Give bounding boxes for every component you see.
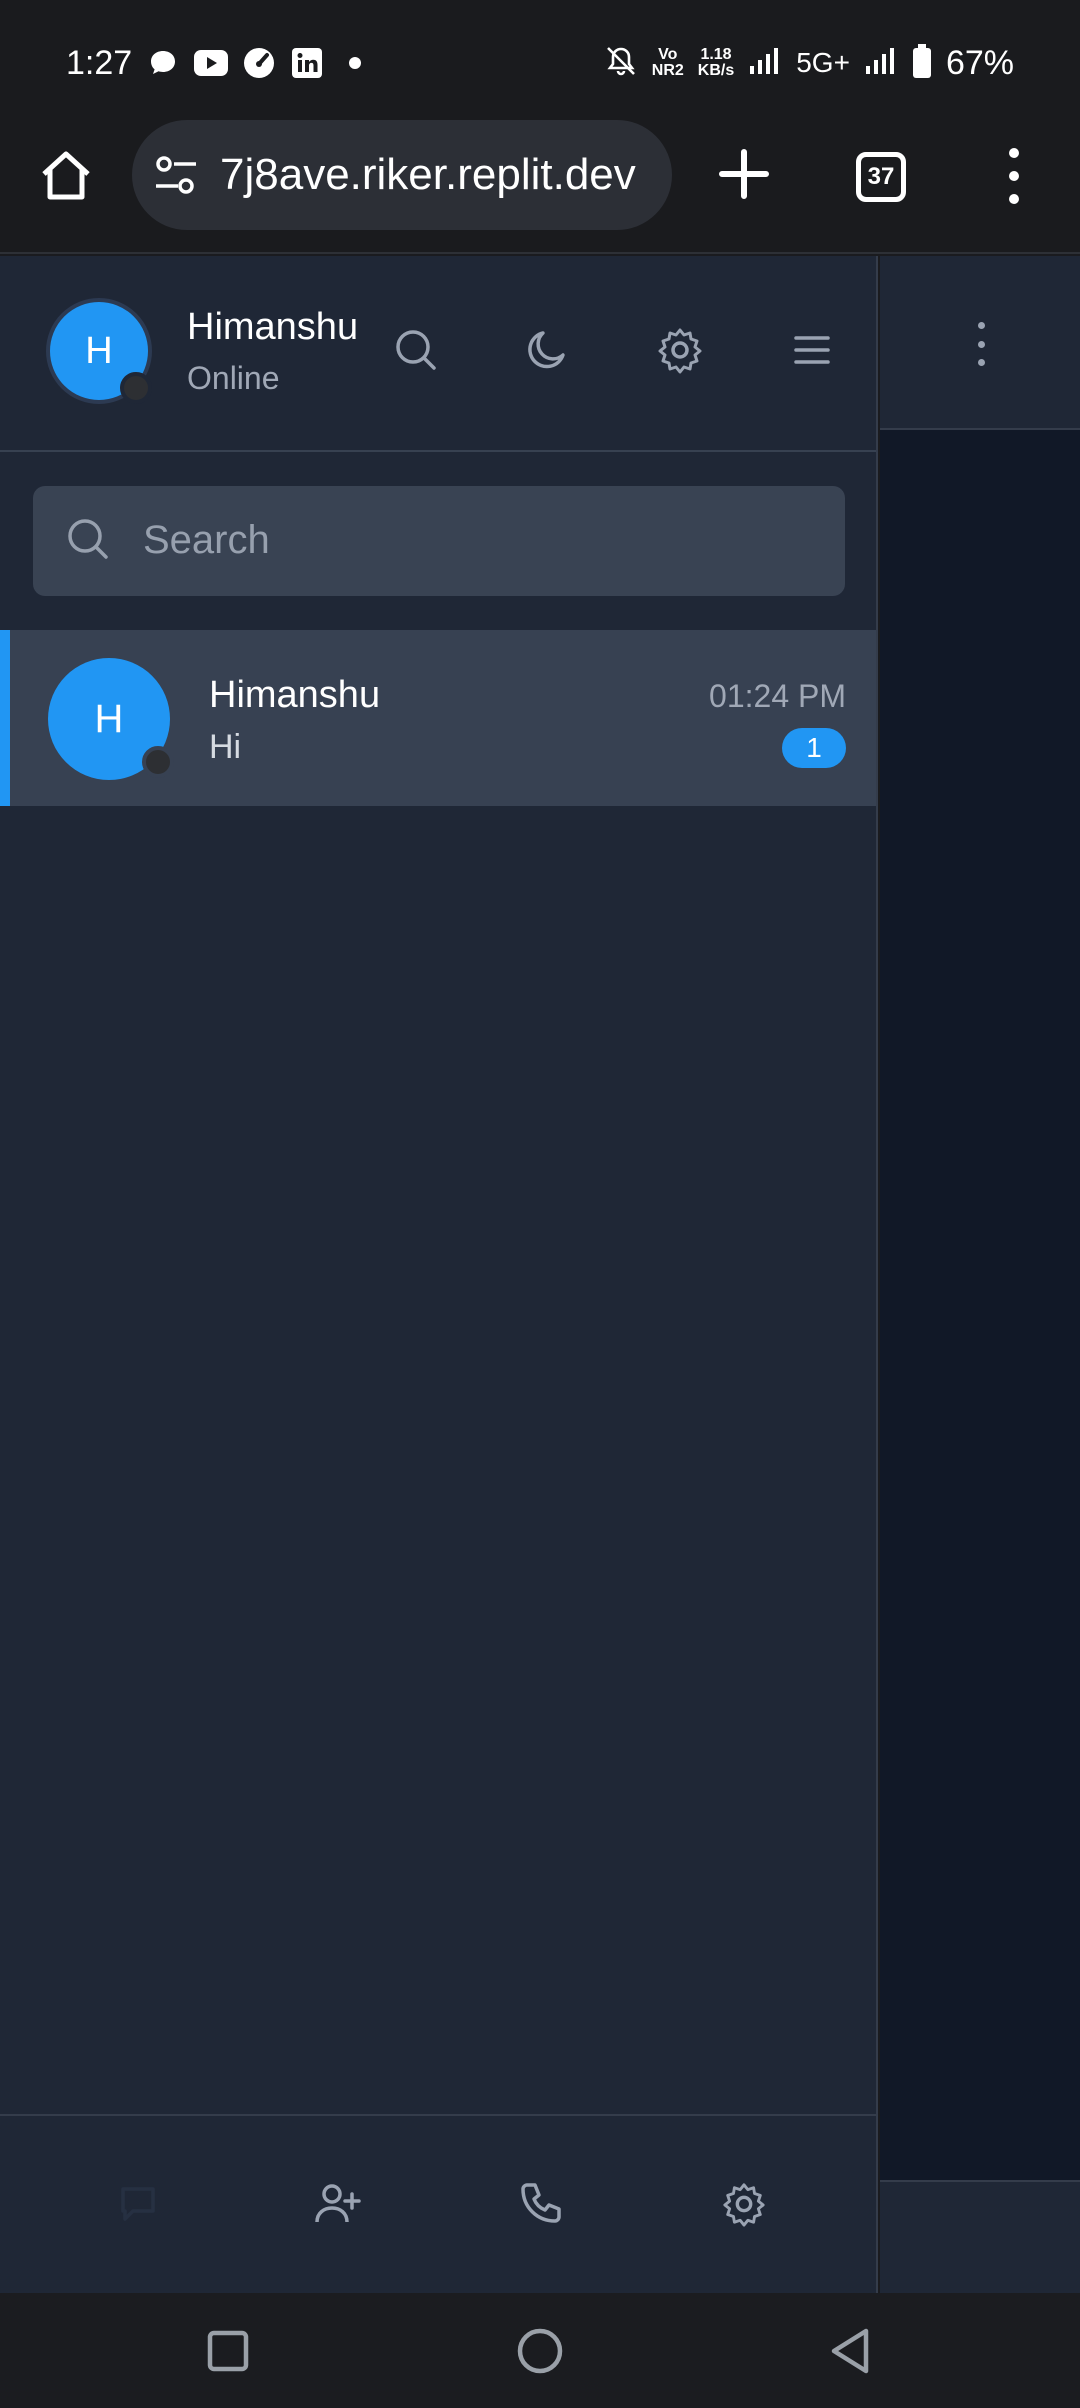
recent-apps-button[interactable] xyxy=(200,2323,256,2379)
unread-badge: 1 xyxy=(782,728,846,768)
presence-indicator xyxy=(142,746,174,778)
hamburger-icon xyxy=(794,336,830,364)
chat-sidebar: H Himanshu Online H Himanshu Hi 01:24 PM… xyxy=(0,256,878,2293)
menu-dot xyxy=(1009,148,1019,158)
system-status: Vo NR2 1.18 KB/s 5G+ 67% xyxy=(604,40,1014,86)
nav-add-contact[interactable] xyxy=(310,2176,366,2232)
site-settings-icon[interactable] xyxy=(154,154,198,198)
net-speed: 1.18 KB/s xyxy=(698,47,734,79)
system-nav-bar xyxy=(0,2293,1080,2408)
search-input[interactable] xyxy=(143,510,823,570)
signal-strength-icon xyxy=(748,46,782,81)
status-time: 1:27 xyxy=(66,44,133,82)
bottom-nav xyxy=(0,2114,876,2293)
conversation-menu-button[interactable] xyxy=(976,322,986,366)
sidebar-header: H Himanshu Online xyxy=(0,256,876,452)
search-box[interactable] xyxy=(33,486,845,596)
profile-status: Online xyxy=(187,360,280,396)
add-user-icon xyxy=(315,2184,361,2223)
volte-indicator: Vo NR2 xyxy=(652,47,684,79)
battery-percent: 67% xyxy=(945,43,1014,82)
profile-name: Himanshu xyxy=(187,306,359,348)
url-text[interactable]: 7j8ave.riker.replit.dev xyxy=(220,150,660,200)
settings-button[interactable] xyxy=(654,324,706,376)
menu-button[interactable] xyxy=(786,324,838,376)
presence-indicator xyxy=(120,372,152,404)
moon-icon xyxy=(528,331,565,369)
gear-icon xyxy=(658,328,702,374)
dot-icon xyxy=(338,46,372,80)
signal-strength-icon-2 xyxy=(864,46,898,81)
net-speed-unit: KB/s xyxy=(697,62,735,79)
chat-preview: Hi xyxy=(209,728,242,766)
search-icon xyxy=(396,330,436,370)
speedometer-icon xyxy=(242,46,276,80)
conversation-footer xyxy=(880,2180,1080,2293)
notification-icons xyxy=(146,46,372,80)
battery-icon xyxy=(912,43,932,83)
status-bar: 1:27 Vo NR2 1.18 KB/s 5G+ 67% xyxy=(0,0,1080,120)
menu-dot xyxy=(977,340,985,348)
plus-icon xyxy=(719,149,769,199)
new-tab-button[interactable] xyxy=(714,144,774,204)
nav-chats[interactable] xyxy=(110,2176,166,2232)
gear-icon xyxy=(723,2183,765,2227)
theme-toggle-button[interactable] xyxy=(522,324,574,376)
volte-top-text: Vo xyxy=(658,46,678,63)
menu-dot xyxy=(1009,194,1019,204)
volte-bottom-text: NR2 xyxy=(651,62,684,79)
menu-dot xyxy=(1009,171,1019,181)
tab-switcher-button[interactable]: 37 xyxy=(856,152,906,202)
nav-calls[interactable] xyxy=(512,2176,568,2232)
home-nav-button[interactable] xyxy=(512,2323,568,2379)
youtube-icon xyxy=(194,46,228,80)
mute-notification-icon xyxy=(604,44,638,83)
phone-icon xyxy=(521,2183,561,2223)
menu-dot xyxy=(977,359,985,366)
linkedin-icon xyxy=(290,46,324,80)
menu-dot xyxy=(977,322,985,329)
chat-bubble-icon xyxy=(121,2187,155,2221)
search-icon xyxy=(68,519,108,559)
threads-icon xyxy=(146,46,180,80)
browser-toolbar: 7j8ave.riker.replit.dev 37 xyxy=(0,120,1080,254)
search-button[interactable] xyxy=(390,324,442,376)
conversation-pane xyxy=(880,256,1080,2293)
home-button[interactable] xyxy=(36,146,96,206)
back-button[interactable] xyxy=(822,2323,878,2379)
address-bar[interactable]: 7j8ave.riker.replit.dev xyxy=(132,120,672,230)
conversation-header xyxy=(880,256,1080,430)
chat-name: Himanshu xyxy=(209,674,381,716)
home-icon xyxy=(42,151,90,200)
net-speed-value: 1.18 xyxy=(700,46,732,63)
nav-settings[interactable] xyxy=(716,2176,772,2232)
network-type: 5G+ xyxy=(796,47,850,78)
browser-menu-button[interactable] xyxy=(996,148,1032,204)
chat-time: 01:24 PM xyxy=(709,678,846,714)
list-item[interactable]: H Himanshu Hi 01:24 PM 1 xyxy=(0,630,876,806)
